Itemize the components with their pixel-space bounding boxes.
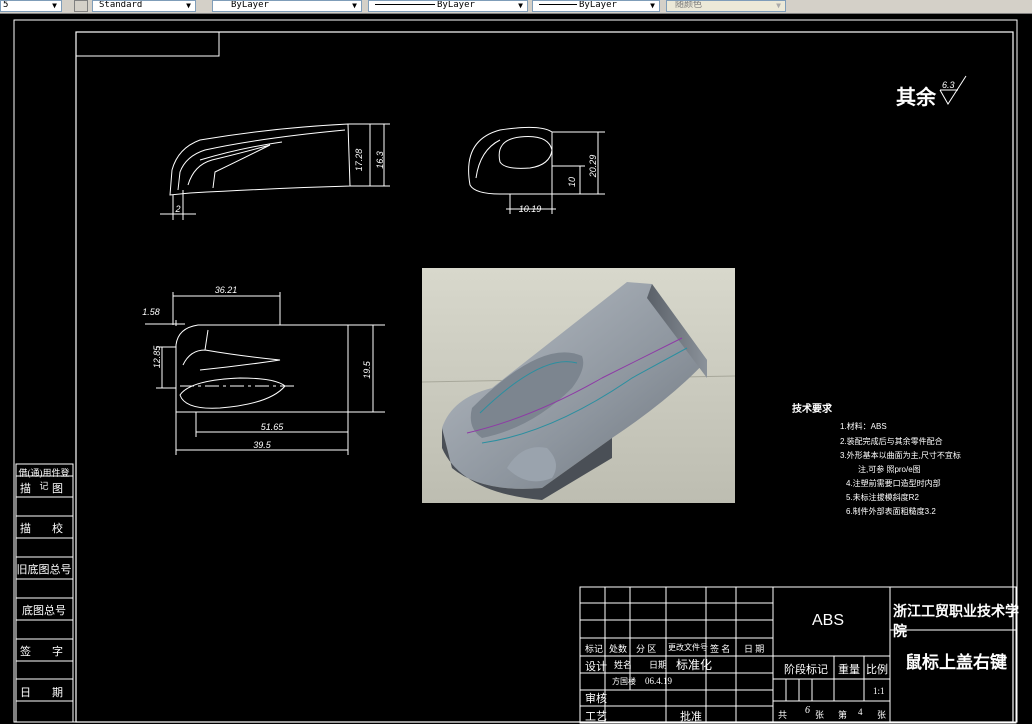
- dim-front-h1: 10: [567, 177, 577, 187]
- lineweight-dropdown[interactable]: ByLayer ▼: [532, 0, 660, 12]
- page-value: 4: [858, 707, 863, 717]
- label-design: 设计: [585, 661, 607, 673]
- chevron-down-icon: ▼: [518, 1, 523, 10]
- hdr-zone: 分 区: [636, 644, 657, 654]
- label-standardize: 标准化: [676, 658, 713, 672]
- dim-top-h1: 12.85: [152, 345, 162, 369]
- tech-req-line-6: 5.未标注拔模斜度R2: [846, 492, 919, 502]
- hdr-sign: 签 名: [710, 644, 731, 654]
- title-school: 浙江工贸职业技术学院: [893, 605, 1019, 640]
- front-view: [468, 126, 605, 214]
- tech-req-line-1: 1.材料：ABS: [840, 421, 887, 431]
- color-value: ByLayer: [231, 0, 269, 10]
- total-value: 6: [805, 705, 810, 716]
- tech-req-line-3: 3.外形基本以曲面为主,尺寸不宜标: [840, 450, 961, 460]
- roughness-value: 6.3: [942, 80, 955, 90]
- dim-top-h2: 19.5: [362, 360, 372, 379]
- label-process: 工艺: [585, 711, 607, 723]
- chevron-down-icon: ▼: [776, 1, 781, 10]
- side-label-sign: 签 字: [20, 646, 68, 658]
- chevron-down-icon: ▼: [352, 1, 357, 10]
- plotstyle-dropdown[interactable]: 随颜色 ▼: [666, 0, 786, 12]
- label-scale: 比例: [866, 664, 888, 676]
- scale-value: 1:1: [873, 686, 885, 696]
- total-prefix: 共: [778, 710, 788, 720]
- dim-top-w3: 51.65: [261, 422, 285, 432]
- page-prefix: 第: [838, 710, 848, 720]
- side-label-date: 日 期: [20, 687, 68, 699]
- label-approve: 批准: [680, 711, 702, 723]
- title-part-name: 鼠标上盖右键: [905, 653, 1007, 672]
- dim-side-h2: 16.3: [375, 151, 385, 169]
- linetype-value: ByLayer: [437, 0, 475, 10]
- roughness-label: 其余: [896, 85, 937, 109]
- tech-req-title: 技术要求: [792, 402, 833, 415]
- side-label-base: 底图总号: [22, 605, 66, 617]
- side-label-trace-check: 描 校: [20, 523, 68, 535]
- hdr-date: 日 期: [744, 644, 765, 654]
- design-date: 06.4.19: [645, 676, 672, 686]
- side-label-old-base: 旧底图总号: [16, 564, 72, 576]
- linetype-dropdown[interactable]: ByLayer ▼: [368, 0, 528, 12]
- linetype-sample: [375, 4, 435, 5]
- tech-req-line-7: 6.制件外部表面粗糙度3.2: [846, 506, 936, 516]
- layer-dropdown[interactable]: 5 ▼: [0, 0, 62, 12]
- properties-toolbar: 5 ▼ Standard ▼ ByLayer ▼ ByLayer ▼ ByLay…: [0, 0, 1032, 14]
- tech-req-line-5: 4.注塑前需要口造型时内部: [846, 478, 941, 488]
- layer-value: 5: [3, 0, 9, 10]
- label-date: 日期: [649, 660, 668, 670]
- dim-top-w1: 36.21: [215, 285, 238, 295]
- hdr-change-doc: 更改文件号: [668, 643, 708, 652]
- text-style-icon[interactable]: [74, 0, 88, 12]
- chevron-down-icon: ▼: [186, 1, 191, 10]
- designer-name: 方国楼: [612, 677, 636, 686]
- side-label-trace: 描 图: [20, 483, 68, 495]
- chevron-down-icon: ▼: [650, 1, 655, 10]
- dim-front-w: 10.19: [519, 204, 542, 214]
- color-dropdown[interactable]: ByLayer ▼: [212, 0, 362, 12]
- hdr-mark: 标记: [585, 644, 604, 654]
- plotstyle-value: 随颜色: [675, 0, 703, 10]
- dim-side-w: 2: [174, 204, 180, 214]
- label-name: 姓名: [614, 660, 633, 670]
- chevron-down-icon: ▼: [52, 1, 57, 10]
- dim-top-w4: 39.5: [253, 440, 272, 450]
- label-stage: 阶段标记: [784, 664, 828, 676]
- dim-side-h1: 17.28: [354, 149, 364, 172]
- text-style-value: Standard: [99, 0, 143, 10]
- total-unit: 张: [815, 710, 825, 720]
- dim-front-h2: 20.29: [588, 155, 598, 179]
- page-unit: 张: [877, 710, 887, 720]
- label-weight: 重量: [838, 664, 860, 676]
- dim-top-w2: 1.58: [142, 307, 160, 317]
- text-style-dropdown[interactable]: Standard ▼: [92, 0, 196, 12]
- lineweight-sample: [539, 4, 577, 5]
- 3d-render-preview: [422, 268, 735, 503]
- hdr-count: 处数: [609, 644, 628, 654]
- tech-req-line-2: 2.装配完成后与其余零件配合: [840, 436, 943, 446]
- corner-box: [75, 31, 220, 57]
- label-review: 审核: [585, 693, 607, 705]
- lineweight-value: ByLayer: [579, 0, 617, 10]
- title-material: ABS: [812, 612, 845, 629]
- tech-req-line-4: 注,可参 照pro/e图: [858, 464, 921, 474]
